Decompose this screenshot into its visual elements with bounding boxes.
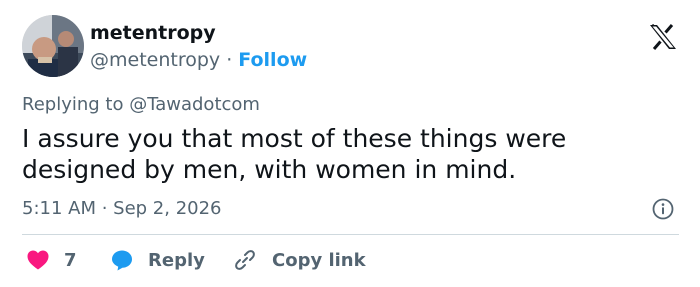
- x-logo-icon[interactable]: [648, 24, 678, 50]
- tweet-text: I assure you that most of these things w…: [22, 124, 567, 184]
- display-name[interactable]: metentropy: [90, 20, 216, 46]
- copy-link-button[interactable]: Copy link: [232, 247, 366, 273]
- reply-target-handle[interactable]: @Tawadotcom: [129, 94, 260, 115]
- copy-link-label: Copy link: [272, 249, 366, 271]
- like-count: 7: [64, 249, 77, 271]
- handle[interactable]: @metentropy: [90, 49, 220, 71]
- handle-line: @metentropy · Follow: [90, 47, 307, 73]
- divider: [22, 234, 679, 235]
- reply-label: Reply: [148, 249, 205, 271]
- avatar[interactable]: [22, 15, 84, 77]
- like-button[interactable]: 7: [26, 247, 77, 273]
- heart-icon: [27, 250, 49, 270]
- link-icon: [235, 250, 255, 270]
- follow-button[interactable]: Follow: [238, 49, 307, 71]
- reply-button[interactable]: Reply: [110, 247, 205, 273]
- timestamp[interactable]: 5:11 AM · Sep 2, 2026: [22, 196, 222, 222]
- reply-bubble-icon: [112, 250, 132, 271]
- separator: ·: [220, 49, 239, 71]
- info-icon[interactable]: [652, 198, 674, 220]
- replying-to: Replying to @Tawadotcom: [22, 92, 260, 118]
- replying-prefix: Replying to: [22, 94, 130, 115]
